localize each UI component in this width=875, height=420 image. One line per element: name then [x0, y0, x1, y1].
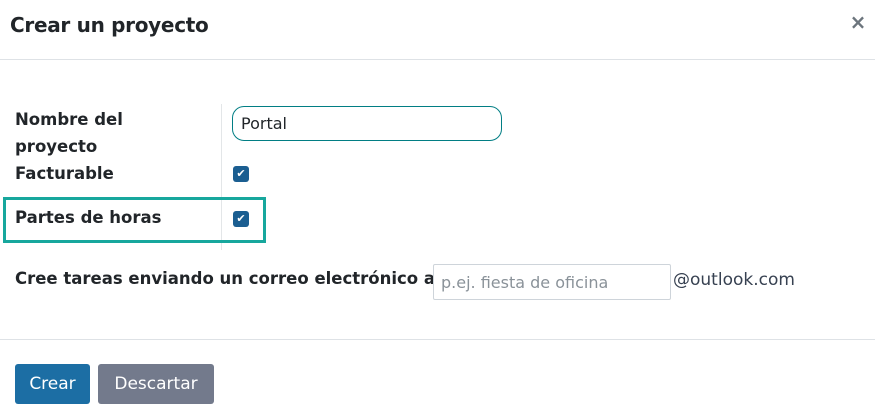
create-project-dialog: Crear un proyecto × Nombre del proyecto …: [0, 0, 875, 420]
dialog-footer: Crear Descartar: [0, 339, 875, 420]
timesheets-highlight-box: [3, 197, 266, 243]
create-button[interactable]: Crear: [15, 364, 90, 404]
email-alias-label: Cree tareas enviando un correo electróni…: [15, 269, 436, 288]
email-domain-text: @outlook.com: [673, 270, 795, 290]
project-name-input[interactable]: Portal: [232, 106, 502, 141]
close-icon[interactable]: ×: [846, 8, 870, 36]
billable-label: Facturable: [15, 164, 114, 183]
discard-button[interactable]: Descartar: [98, 364, 214, 404]
project-name-label: Nombre del proyecto: [15, 110, 123, 156]
dialog-header: Crear un proyecto ×: [0, 0, 875, 60]
email-alias-input[interactable]: [433, 264, 671, 300]
dialog-title: Crear un proyecto: [10, 13, 209, 37]
billable-checkbox[interactable]: ✔: [233, 166, 249, 182]
